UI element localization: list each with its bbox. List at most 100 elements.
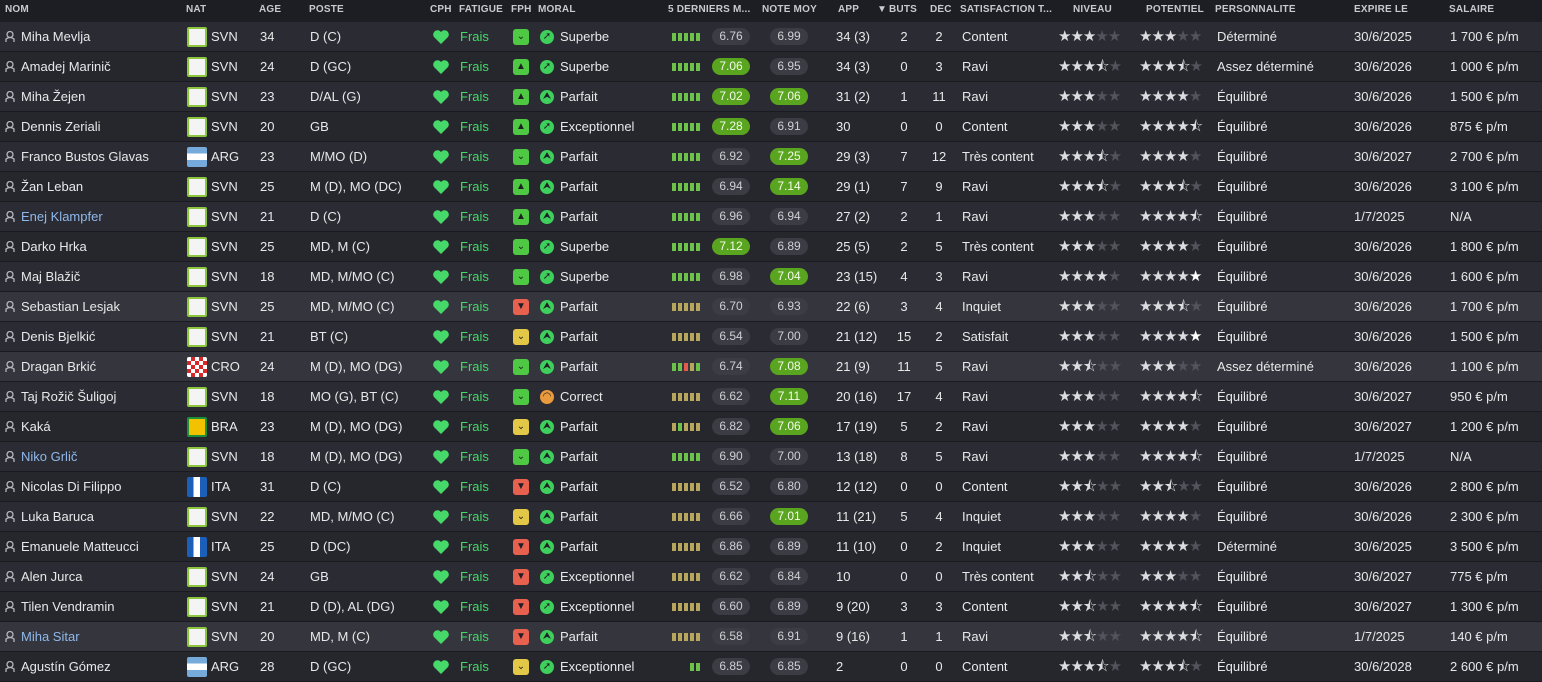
heart-icon xyxy=(433,330,449,344)
col-poste[interactable]: POSTE xyxy=(309,4,344,15)
age: 28 xyxy=(260,659,275,674)
table-row[interactable]: Luka Baruca SVN 22 MD, M/MO (C) Frais ⌄ ⮝ Parfa… xyxy=(0,502,1542,532)
table-row[interactable]: Kaká BRA 23 M (D), MO (DG) Frais ⌄ ⮝ Parfait 6.8… xyxy=(0,412,1542,442)
table-row[interactable]: Maj Blažič SVN 18 MD, M/MO (C) Frais ⌄ ➚ Superb… xyxy=(0,262,1542,292)
table-row[interactable]: Franco Bustos Glavas ARG 23 M/MO (D) Frais ⌄ ⮝… xyxy=(0,142,1542,172)
assists: 5 xyxy=(935,449,943,464)
form-bar xyxy=(684,153,688,161)
col-nat[interactable]: NAT xyxy=(186,4,206,15)
form-bar xyxy=(696,633,700,641)
flag-icon xyxy=(187,357,207,377)
heart-icon xyxy=(433,450,449,464)
table-row[interactable]: Tilen Vendramin SVN 21 D (D), AL (DG) Frais ▼… xyxy=(0,592,1542,622)
col-moral[interactable]: MORAL xyxy=(538,4,576,15)
sort-descending-icon[interactable]: ▼ xyxy=(877,4,887,15)
table-row[interactable]: Miha Mevlja SVN 34 D (C) Frais ⌄ ➚ Superbe 6.76 6… xyxy=(0,22,1542,52)
avg-rating: 7.01 xyxy=(770,508,808,525)
table-row[interactable]: Taj Rožič Šuligoj SVN 18 MO (G), BT (C) Frai… xyxy=(0,382,1542,412)
player-name[interactable]: Niko Grlič xyxy=(21,442,181,471)
table-row[interactable]: Niko Grlič SVN 18 M (D), MO (DG) Frais ⌄ ⮝ Parf… xyxy=(0,442,1542,472)
player-name[interactable]: Darko Hrka xyxy=(21,232,181,261)
fatigue-status: Frais xyxy=(460,179,489,194)
table-row[interactable]: Sebastian Lesjak SVN 25 MD, M/MO (C) Frais ▼ ⮝… xyxy=(0,292,1542,322)
form-bar xyxy=(684,393,688,401)
player-name[interactable]: Amadej Marinič xyxy=(21,52,181,81)
col-personnalite[interactable]: PERSONNALITÉ xyxy=(1215,4,1296,15)
table-row[interactable]: Žan Leban SVN 25 M (D), MO (DC) Frais ▲ ⮝ Parfa… xyxy=(0,172,1542,202)
player-name[interactable]: Miha Sitar xyxy=(21,622,181,651)
player-name[interactable]: Žan Leban xyxy=(21,172,181,201)
contract-expiry: 1/7/2025 xyxy=(1354,209,1405,224)
table-row[interactable]: Alen Jurca SVN 24 GB Frais ▼ ➚ Exceptionnel 6.62… xyxy=(0,562,1542,592)
form-bar xyxy=(672,93,676,101)
salary: 875 € p/m xyxy=(1450,119,1508,134)
appearances: 29 (1) xyxy=(836,179,870,194)
table-row[interactable]: Enej Klampfer SVN 21 D (C) Frais ▲ ⮝ Parfait 6.9… xyxy=(0,202,1542,232)
heart-icon xyxy=(433,540,449,554)
player-name[interactable]: Alen Jurca xyxy=(21,562,181,591)
col-derniers[interactable]: 5 DERNIERS M... xyxy=(668,4,750,15)
table-row[interactable]: Dennis Zeriali SVN 20 GB Frais ▲ ➚ Exceptionnel… xyxy=(0,112,1542,142)
col-salaire[interactable]: SALAIRE xyxy=(1449,4,1494,15)
player-name[interactable]: Denis Bjelkić xyxy=(21,322,181,351)
nationality: CRO xyxy=(211,359,240,374)
col-expire[interactable]: EXPIRE LE xyxy=(1354,4,1408,15)
player-name[interactable]: Luka Baruca xyxy=(21,502,181,531)
col-fatigue[interactable]: FATIGUE xyxy=(459,4,503,15)
col-fph[interactable]: FPH xyxy=(511,4,532,15)
col-app[interactable]: APP xyxy=(838,4,859,15)
form-bar xyxy=(672,393,676,401)
col-buts[interactable]: BUTS xyxy=(889,4,917,15)
player-name[interactable]: Nicolas Di Filippo xyxy=(21,472,181,501)
player-name[interactable]: Franco Bustos Glavas xyxy=(21,142,181,171)
col-dec[interactable]: DÉC xyxy=(930,4,952,15)
table-row[interactable]: Nicolas Di Filippo ITA 31 D (C) Frais ▼ ⮝ Parfa… xyxy=(0,472,1542,502)
table-row[interactable]: Emanuele Matteucci ITA 25 D (DC) Frais ▼ ⮝ Parf… xyxy=(0,532,1542,562)
player-name[interactable]: Sebastian Lesjak xyxy=(21,292,181,321)
col-cph[interactable]: CPH xyxy=(430,4,452,15)
match-fitness-icon: ⌄ xyxy=(513,269,529,285)
player-name[interactable]: Maj Blažič xyxy=(21,262,181,291)
player-name[interactable]: Dragan Brkić xyxy=(21,352,181,381)
col-satisfaction[interactable]: SATISFACTION T... xyxy=(960,4,1052,15)
nationality: SVN xyxy=(211,629,238,644)
heart-icon xyxy=(433,60,449,74)
satisfaction: Content xyxy=(962,119,1008,134)
flag-icon xyxy=(187,597,207,617)
potential-stars: ★★★★⯪ xyxy=(1139,448,1203,465)
table-row[interactable]: Miha Žejen SVN 23 D/AL (G) Frais ▲ ⮝ Parfait 7.0… xyxy=(0,82,1542,112)
table-row[interactable]: Miha Sitar SVN 20 MD, M (C) Frais ▼ ⮝ Parfait 6.… xyxy=(0,622,1542,652)
table-row[interactable]: Amadej Marinič SVN 24 D (GC) Frais ▲ ➚ Superbe 7… xyxy=(0,52,1542,82)
age: 25 xyxy=(260,239,275,254)
satisfaction: Ravi xyxy=(962,389,989,404)
satisfaction: Content xyxy=(962,659,1008,674)
morale: Superbe xyxy=(560,269,610,284)
col-niveau[interactable]: NIVEAU xyxy=(1073,4,1112,15)
col-nom[interactable]: NOM xyxy=(5,4,29,15)
form-bars xyxy=(672,513,712,521)
player-name[interactable]: Tilen Vendramin xyxy=(21,592,181,621)
table-row[interactable]: Darko Hrka SVN 25 MD, M (C) Frais ⌄ ➚ Superbe 7.… xyxy=(0,232,1542,262)
player-name[interactable]: Enej Klampfer xyxy=(21,202,181,231)
player-name[interactable]: Miha Mevlja xyxy=(21,22,181,51)
table-row[interactable]: Denis Bjelkić SVN 21 BT (C) Frais ⌄ ⮝ Parfait 6.… xyxy=(0,322,1542,352)
match-fitness-icon: ▲ xyxy=(513,119,529,135)
player-name[interactable]: Agustín Gómez xyxy=(21,652,181,681)
match-fitness-icon: ⌄ xyxy=(513,359,529,375)
player-name[interactable]: Taj Rožič Šuligoj xyxy=(21,382,181,411)
player-name[interactable]: Miha Žejen xyxy=(21,82,181,111)
ability-stars: ★★★⯪★ xyxy=(1058,58,1122,75)
player-name[interactable]: Dennis Zeriali xyxy=(21,112,181,141)
form-bar xyxy=(696,153,700,161)
player-name[interactable]: Kaká xyxy=(21,412,181,441)
person-icon xyxy=(5,91,15,102)
col-note[interactable]: NOTE MOY xyxy=(762,4,817,15)
player-name[interactable]: Emanuele Matteucci xyxy=(21,532,181,561)
match-fitness-icon: ▼ xyxy=(513,299,529,315)
person-icon xyxy=(5,331,15,342)
col-age[interactable]: ÂGE xyxy=(259,4,281,15)
salary: 2 700 € p/m xyxy=(1450,149,1519,164)
table-row[interactable]: Agustín Gómez ARG 28 D (GC) Frais ⌄ ➚ Exception… xyxy=(0,652,1542,682)
col-potentiel[interactable]: POTENTIEL xyxy=(1146,4,1204,15)
table-row[interactable]: Dragan Brkić CRO 24 M (D), MO (DG) Frais ⌄ ⮝ Pa… xyxy=(0,352,1542,382)
